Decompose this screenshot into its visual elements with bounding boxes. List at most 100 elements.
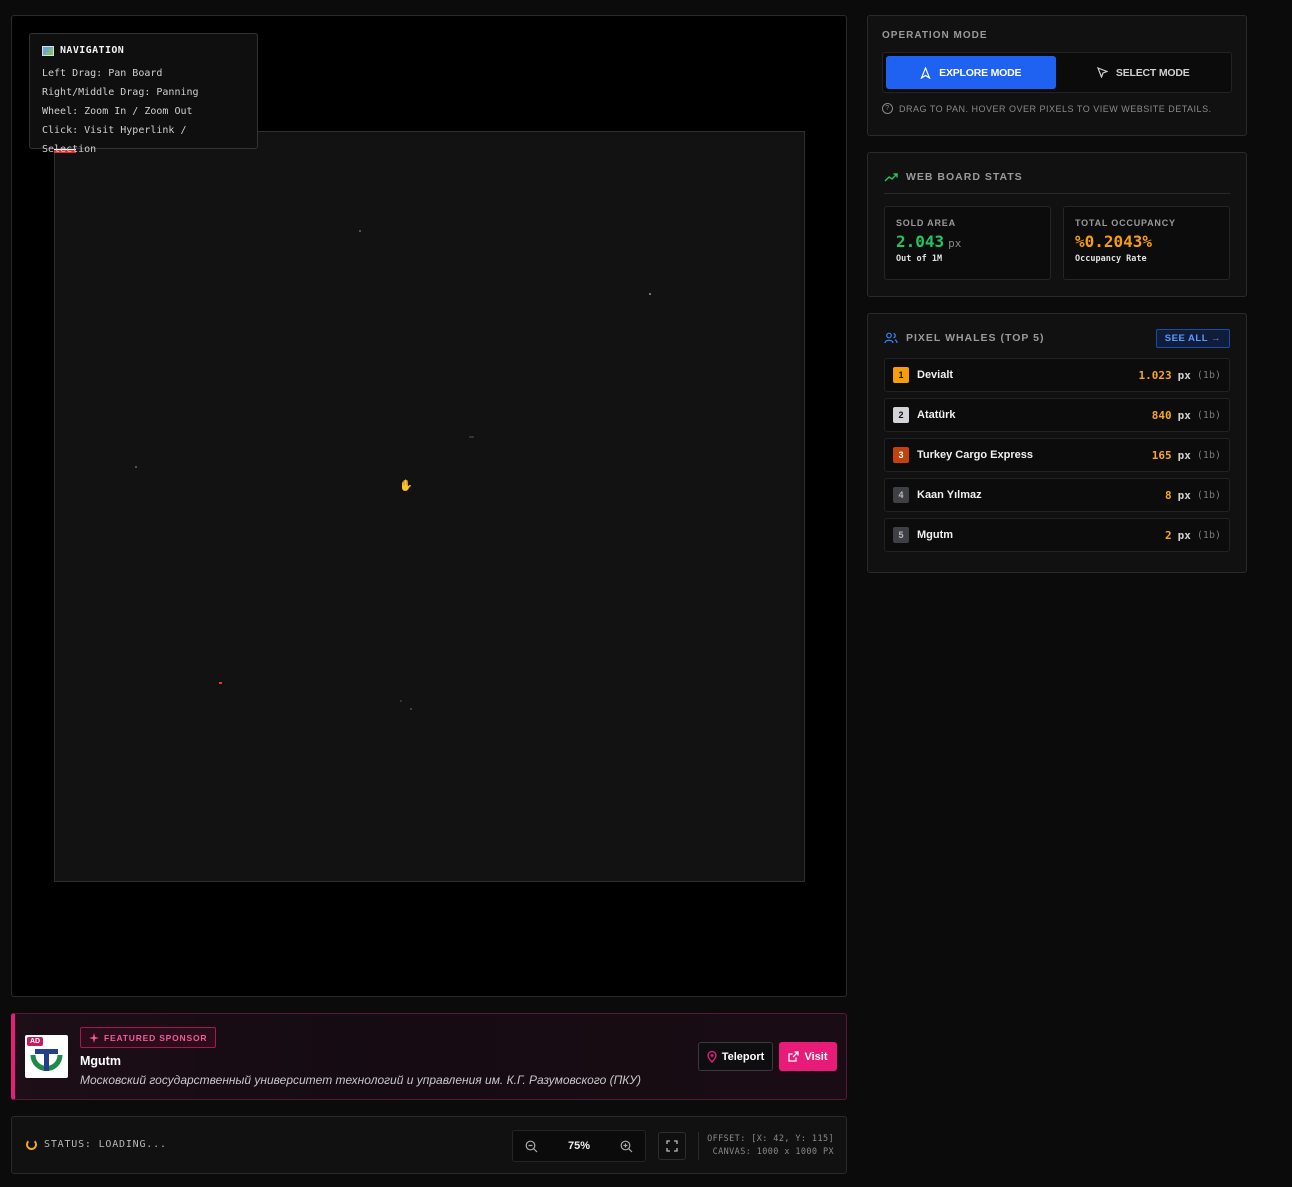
whale-item[interactable]: 5 Mgutm 2 px (1b) bbox=[884, 518, 1230, 552]
pixel-block[interactable] bbox=[400, 700, 402, 702]
loading-spinner-icon bbox=[26, 1139, 37, 1150]
explore-mode-label: EXPLORE MODE bbox=[939, 66, 1022, 79]
zoom-level: 75% bbox=[567, 1140, 591, 1152]
external-link-icon bbox=[788, 1051, 800, 1062]
explore-mode-button[interactable]: EXPLORE MODE bbox=[886, 56, 1056, 89]
whale-name: Turkey Cargo Express bbox=[917, 449, 1033, 461]
rank-badge: 4 bbox=[893, 487, 909, 503]
zoom-in-icon[interactable] bbox=[620, 1140, 633, 1153]
occupancy-sub: Occupancy Rate bbox=[1075, 254, 1147, 264]
whale-tag: (1b) bbox=[1196, 449, 1221, 461]
sold-area-unit: px bbox=[948, 237, 962, 250]
featured-sponsor-bar: AD FEATURED SPONSOR Mgutm Московский гос… bbox=[11, 1013, 847, 1100]
whale-amount: 2 bbox=[1165, 528, 1172, 542]
stats-title: WEB BOARD STATS bbox=[906, 171, 1023, 183]
status-bar: STATUS: LOADING... 75% OFFSET: [X: 42, Y… bbox=[11, 1116, 847, 1174]
featured-sponsor-label: FEATURED SPONSOR bbox=[104, 1032, 208, 1043]
visit-label: Visit bbox=[804, 1050, 828, 1063]
pixel-block[interactable] bbox=[135, 466, 137, 468]
whale-list: 1 Devialt 1.023 px (1b) 2 Atatürk 840 px… bbox=[884, 358, 1230, 552]
map-icon bbox=[42, 45, 54, 56]
whale-amount: 165 bbox=[1151, 448, 1172, 462]
hand-pointer-icon: ✋ bbox=[399, 480, 413, 492]
canvas-size-readout: CANVAS: 1000 x 1000 PX bbox=[712, 1147, 834, 1157]
see-all-button[interactable]: SEE ALL → bbox=[1155, 328, 1230, 348]
whale-item[interactable]: 3 Turkey Cargo Express 165 px (1b) bbox=[884, 438, 1230, 472]
sold-area-value: 2.043 bbox=[896, 232, 945, 251]
whale-amount: 8 bbox=[1165, 488, 1172, 502]
sponsor-description: Московский государственный университет т… bbox=[80, 1073, 642, 1087]
sold-area-card: SOLD AREA 2.043 px Out of 1M bbox=[884, 206, 1051, 280]
pixel-block[interactable] bbox=[469, 436, 474, 438]
users-icon bbox=[884, 332, 898, 344]
navigation-title: NAVIGATION bbox=[60, 45, 125, 56]
sparkles-icon bbox=[89, 1032, 99, 1043]
pixel-board[interactable] bbox=[54, 131, 805, 882]
board-viewport[interactable]: ✋ NAVIGATION Left Drag: Pan Board Right/… bbox=[11, 15, 847, 997]
whale-amount: 1.023 bbox=[1138, 368, 1172, 382]
map-pin-icon bbox=[707, 1050, 717, 1063]
mode-hint-text: DRAG TO PAN. HOVER OVER PIXELS TO VIEW W… bbox=[899, 103, 1212, 114]
operation-mode-panel: OPERATION MODE EXPLORE MODE SELECT MODE … bbox=[867, 15, 1247, 136]
whale-unit: px bbox=[1177, 448, 1191, 462]
visit-button[interactable]: Visit bbox=[779, 1042, 837, 1071]
sponsor-name: Mgutm bbox=[80, 1054, 121, 1068]
whale-item[interactable]: 1 Devialt 1.023 px (1b) bbox=[884, 358, 1230, 392]
navigation-line: Click: Visit Hyperlink / Selection bbox=[42, 125, 187, 155]
sold-area-sub: Out of 1M bbox=[896, 254, 943, 264]
teleport-button[interactable]: Teleport bbox=[698, 1042, 773, 1071]
zoom-control: 75% bbox=[512, 1130, 646, 1162]
pixel-block[interactable] bbox=[649, 293, 651, 295]
whale-tag: (1b) bbox=[1196, 529, 1221, 541]
navigation-line: Right/Middle Drag: Panning bbox=[42, 87, 199, 98]
whale-amount: 840 bbox=[1151, 408, 1172, 422]
rank-badge: 5 bbox=[893, 527, 909, 543]
status-text: STATUS: LOADING... bbox=[44, 1139, 167, 1150]
select-mode-label: SELECT MODE bbox=[1115, 66, 1190, 79]
sold-area-label: SOLD AREA bbox=[896, 218, 956, 228]
pixel-block[interactable] bbox=[410, 708, 412, 710]
occupancy-value: %0.2043% bbox=[1075, 232, 1153, 251]
pixel-whales-panel: PIXEL WHALES (TOP 5) SEE ALL → 1 Devialt… bbox=[867, 313, 1247, 573]
ad-badge: AD bbox=[27, 1037, 44, 1046]
whale-name: Atatürk bbox=[917, 409, 956, 421]
teleport-label: Teleport bbox=[721, 1050, 765, 1063]
mode-switch: EXPLORE MODE SELECT MODE bbox=[882, 52, 1232, 93]
offset-readout: OFFSET: [X: 42, Y: 115] bbox=[707, 1134, 834, 1144]
rank-badge: 3 bbox=[893, 447, 909, 463]
pixel-block[interactable] bbox=[219, 682, 222, 684]
trending-up-icon bbox=[884, 173, 898, 182]
compass-icon bbox=[920, 66, 931, 79]
select-mode-button[interactable]: SELECT MODE bbox=[1059, 56, 1229, 89]
navigation-line: Left Drag: Pan Board bbox=[42, 68, 163, 79]
whale-unit: px bbox=[1177, 488, 1191, 502]
divider bbox=[698, 1132, 699, 1160]
whale-tag: (1b) bbox=[1196, 369, 1221, 381]
sponsor-logo: AD bbox=[25, 1035, 68, 1078]
navigation-line: Wheel: Zoom In / Zoom Out bbox=[42, 106, 193, 117]
stats-header: WEB BOARD STATS bbox=[884, 167, 1230, 187]
whales-title: PIXEL WHALES (TOP 5) bbox=[906, 332, 1045, 344]
coordinates-readout: OFFSET: [X: 42, Y: 115] CANVAS: 1000 x 1… bbox=[707, 1133, 834, 1159]
featured-sponsor-badge: FEATURED SPONSOR bbox=[80, 1027, 217, 1048]
fullscreen-button[interactable] bbox=[658, 1132, 686, 1160]
whale-name: Mgutm bbox=[917, 529, 954, 541]
whale-item[interactable]: 2 Atatürk 840 px (1b) bbox=[884, 398, 1230, 432]
rank-badge: 1 bbox=[893, 367, 909, 383]
whale-unit: px bbox=[1177, 528, 1191, 542]
fullscreen-icon bbox=[666, 1140, 678, 1152]
whale-name: Kaan Yılmaz bbox=[917, 489, 982, 501]
web-board-stats-panel: WEB BOARD STATS SOLD AREA 2.043 px Out of… bbox=[867, 152, 1247, 297]
rank-badge: 2 bbox=[893, 407, 909, 423]
stats-divider bbox=[884, 193, 1230, 194]
whales-header: PIXEL WHALES (TOP 5) SEE ALL → bbox=[884, 328, 1230, 348]
pixel-block[interactable] bbox=[359, 230, 361, 232]
total-occupancy-card: TOTAL OCCUPANCY %0.2043% Occupancy Rate bbox=[1063, 206, 1230, 280]
whale-tag: (1b) bbox=[1196, 409, 1221, 421]
status-indicator: STATUS: LOADING... bbox=[26, 1139, 167, 1150]
whale-item[interactable]: 4 Kaan Yılmaz 8 px (1b) bbox=[884, 478, 1230, 512]
zoom-out-icon[interactable] bbox=[525, 1140, 538, 1153]
whale-unit: px bbox=[1177, 368, 1191, 382]
cursor-icon bbox=[1096, 67, 1108, 78]
whale-unit: px bbox=[1177, 408, 1191, 422]
